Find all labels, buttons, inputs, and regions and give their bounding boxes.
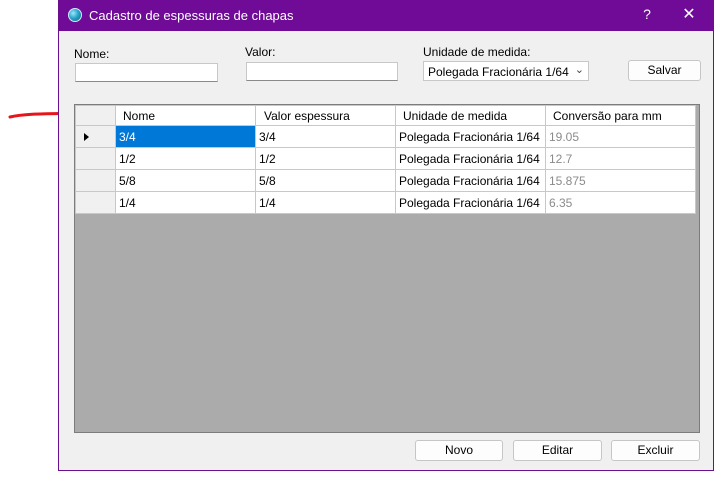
cell-conversao-para-mm[interactable]: 12.7 [545,147,696,170]
cell-conversao-para-mm[interactable]: 19.05 [545,125,696,148]
data-grid[interactable]: Nome Valor espessura Unidade de medida C… [74,104,700,433]
chevron-down-icon: ⌄ [574,64,584,76]
globe-icon [68,8,82,22]
salvar-button[interactable]: Salvar [628,60,701,81]
cell-valor-espessura[interactable]: 3/4 [255,125,396,148]
grid-table: Nome Valor espessura Unidade de medida C… [75,105,696,214]
table-row[interactable]: 1/2 1/2 Polegada Fracionária 1/64 12.7 [75,147,696,170]
cell-unidade-de-medida[interactable]: Polegada Fracionária 1/64 [395,125,546,148]
row-pointer-icon [84,132,89,141]
column-header-valor-espessura[interactable]: Valor espessura [255,105,396,126]
cell-nome[interactable]: 5/8 [115,169,256,192]
row-header[interactable] [75,169,116,192]
cell-conversao-para-mm[interactable]: 15.875 [545,169,696,192]
grid-header-row: Nome Valor espessura Unidade de medida C… [75,105,696,126]
cell-nome[interactable]: 1/2 [115,147,256,170]
row-header-corner [75,105,116,126]
novo-button[interactable]: Novo [415,440,503,461]
column-header-unidade-de-medida[interactable]: Unidade de medida [395,105,546,126]
cell-valor-espessura[interactable]: 1/4 [255,191,396,214]
cell-valor-espessura[interactable]: 1/2 [255,147,396,170]
help-button[interactable]: ? [637,6,657,22]
nome-input[interactable] [75,63,218,82]
row-header[interactable] [75,125,116,148]
cell-nome[interactable]: 3/4 [115,125,256,148]
column-header-conversao-para-mm[interactable]: Conversão para mm [545,105,696,126]
title-bar: Cadastro de espessuras de chapas ? ✕ [59,0,713,31]
cell-valor-espessura[interactable]: 5/8 [255,169,396,192]
dialog-window: Cadastro de espessuras de chapas ? ✕ Nom… [58,0,714,471]
valor-input[interactable] [246,62,398,81]
valor-label: Valor: [245,45,276,59]
editar-button[interactable]: Editar [513,440,602,461]
close-button[interactable]: ✕ [679,4,699,24]
cell-nome[interactable]: 1/4 [115,191,256,214]
cell-conversao-para-mm[interactable]: 6.35 [545,191,696,214]
excluir-button[interactable]: Excluir [611,440,700,461]
table-row[interactable]: 1/4 1/4 Polegada Fracionária 1/64 6.35 [75,191,696,214]
cell-unidade-de-medida[interactable]: Polegada Fracionária 1/64 [395,147,546,170]
nome-label: Nome: [74,47,110,61]
unidade-label: Unidade de medida: [423,45,531,59]
window-title: Cadastro de espessuras de chapas [89,8,294,23]
row-header[interactable] [75,147,116,170]
unidade-select[interactable]: Polegada Fracionária 1/64 ⌄ [423,61,589,81]
table-row[interactable]: 5/8 5/8 Polegada Fracionária 1/64 15.875 [75,169,696,192]
cell-unidade-de-medida[interactable]: Polegada Fracionária 1/64 [395,191,546,214]
table-row[interactable]: 3/4 3/4 Polegada Fracionária 1/64 19.05 [75,125,696,148]
unidade-selected-value: Polegada Fracionária 1/64 [428,65,569,79]
row-header[interactable] [75,191,116,214]
cell-unidade-de-medida[interactable]: Polegada Fracionária 1/64 [395,169,546,192]
column-header-nome[interactable]: Nome [115,105,256,126]
